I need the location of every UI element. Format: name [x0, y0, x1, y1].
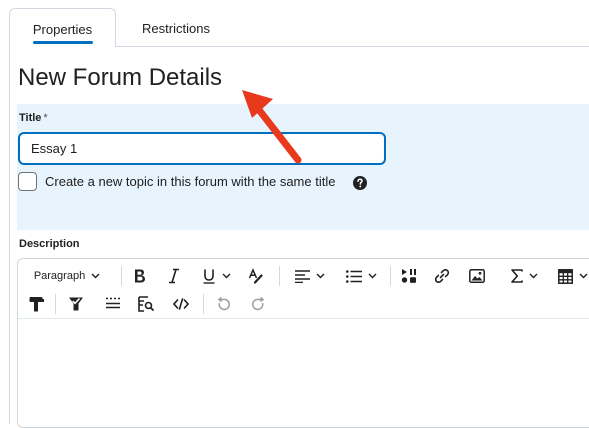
bold-button[interactable]: [130, 265, 150, 287]
link-icon: [434, 268, 450, 284]
chevron-down-icon: [368, 273, 376, 279]
block-format-dropdown[interactable]: Paragraph: [24, 265, 110, 287]
chevron-down-icon: [222, 273, 230, 279]
source-code-icon: [173, 298, 189, 310]
page-title: New Forum Details: [18, 64, 223, 91]
toolbar-separator: [121, 266, 122, 286]
description-label: Description: [19, 238, 80, 250]
insert-media-button[interactable]: [399, 265, 419, 287]
image-icon: [469, 269, 485, 283]
horizontal-rule-icon: [106, 297, 120, 309]
spellcheck-button[interactable]: [66, 293, 86, 315]
insert-media-icon: [401, 269, 416, 283]
list-icon: [345, 269, 362, 283]
chevron-down-icon: [316, 273, 325, 279]
toolbar-separator: [279, 266, 280, 286]
list-dropdown[interactable]: [343, 265, 379, 287]
chevron-down-icon: [91, 273, 100, 279]
block-format-value: Paragraph: [33, 270, 86, 282]
format-painter-icon: [29, 297, 44, 312]
underline-dropdown[interactable]: [198, 265, 234, 287]
same-title-topic-checkbox[interactable]: [18, 172, 37, 191]
insert-link-button[interactable]: [432, 265, 452, 287]
title-input[interactable]: [18, 132, 386, 165]
title-section-highlight: [17, 104, 589, 230]
tab-properties[interactable]: Properties: [9, 8, 116, 47]
tab-bar: Properties Restrictions: [0, 0, 589, 48]
align-icon: [295, 269, 310, 283]
toolbar-bottom-divider: [18, 318, 589, 319]
text-style-icon: [248, 268, 263, 284]
table-icon: [558, 268, 573, 284]
active-tab-indicator: [33, 41, 93, 44]
find-replace-button[interactable]: [136, 293, 156, 315]
equation-icon: [510, 269, 523, 283]
text-style-button[interactable]: [246, 265, 266, 287]
find-replace-icon: [138, 296, 154, 312]
content-left-border: [9, 47, 10, 424]
underline-icon: [203, 269, 214, 284]
horizontal-rule-button[interactable]: [103, 293, 123, 315]
tab-properties-label: Properties: [32, 22, 93, 37]
description-editor[interactable]: Paragraph: [17, 258, 589, 428]
format-painter-button[interactable]: [26, 293, 46, 315]
align-dropdown[interactable]: [292, 265, 328, 287]
title-label-text: Title: [19, 112, 42, 124]
toolbar-separator: [203, 294, 204, 314]
toolbar-separator: [390, 266, 391, 286]
redo-icon: [251, 296, 264, 310]
equation-dropdown[interactable]: [506, 265, 542, 287]
chevron-down-icon: [529, 273, 537, 279]
toolbar-separator: [55, 294, 56, 314]
undo-icon: [217, 296, 230, 310]
bold-icon: [135, 269, 145, 283]
chevron-down-icon: [579, 273, 588, 279]
same-title-topic-label: Create a new topic in this forum with th…: [45, 174, 336, 189]
undo-button[interactable]: [213, 293, 233, 315]
insert-image-button[interactable]: [467, 265, 487, 287]
table-dropdown[interactable]: [554, 265, 589, 287]
source-code-button[interactable]: [171, 293, 191, 315]
italic-button[interactable]: [164, 265, 184, 287]
redo-button[interactable]: [248, 293, 268, 315]
spellcheck-icon: [69, 297, 83, 311]
title-label: Title *: [19, 112, 48, 124]
italic-icon: [169, 268, 179, 284]
tab-restrictions[interactable]: Restrictions: [122, 21, 230, 36]
required-marker: *: [43, 112, 48, 124]
help-icon[interactable]: [353, 176, 367, 190]
